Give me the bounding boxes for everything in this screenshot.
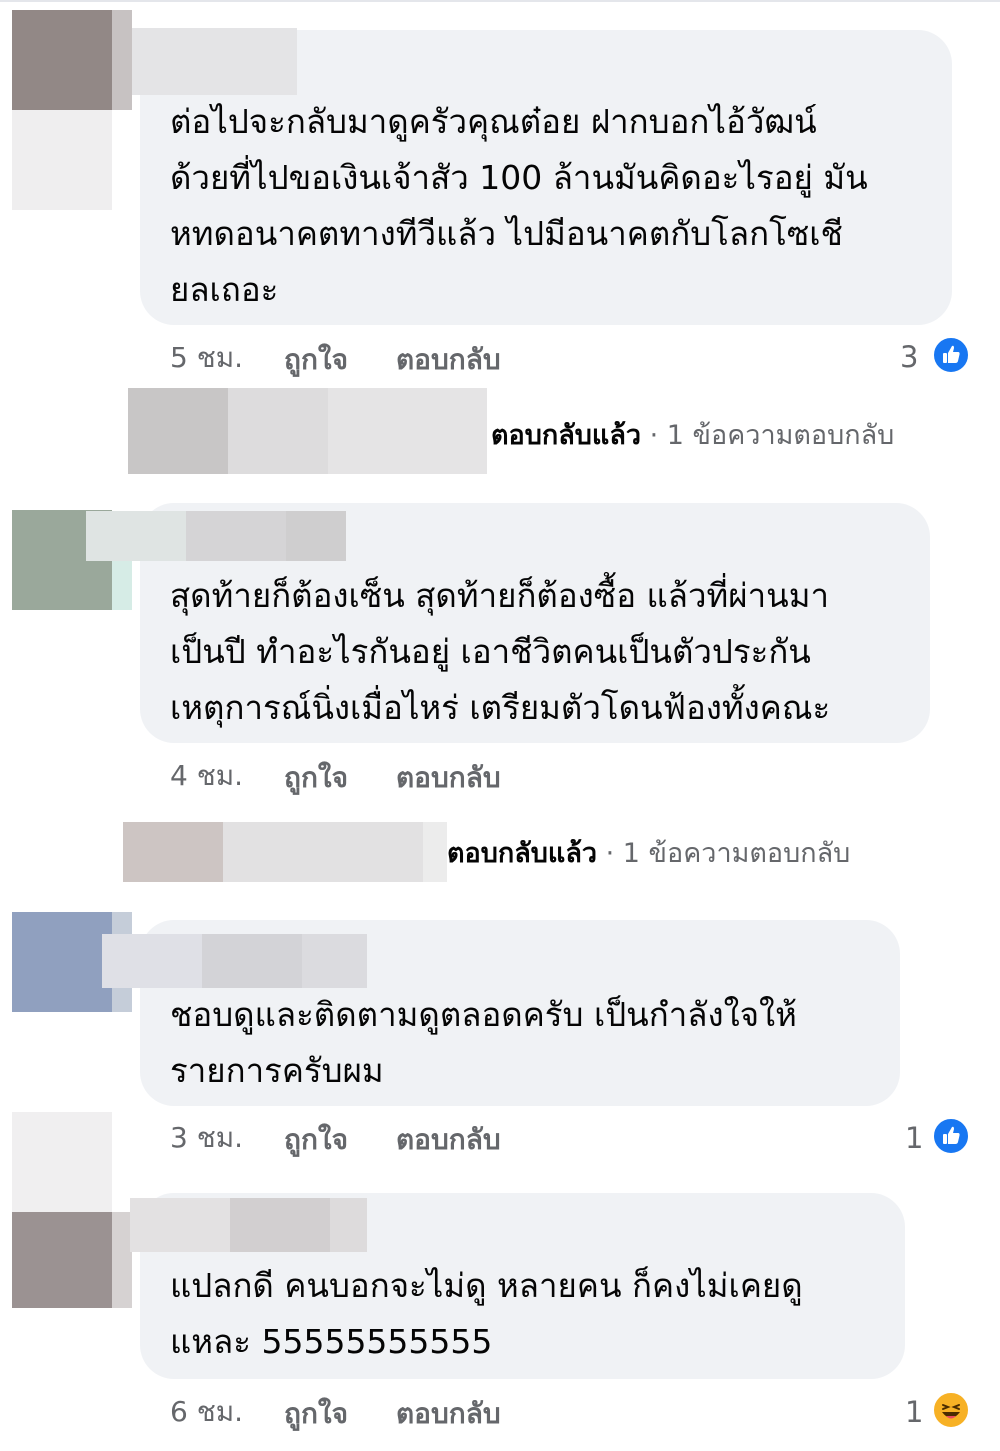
reply-name-blur: [223, 822, 423, 882]
replied-label: ตอบกลับแล้ว: [491, 420, 642, 451]
comment-text-line: ต่อไปจะกลับมาดูครัวคุณต๋อย ฝากบอกไอ้วัฒน…: [170, 102, 817, 141]
haha-icon[interactable]: [932, 1391, 970, 1429]
like-button[interactable]: ถูกใจ: [284, 340, 348, 380]
reply-button[interactable]: ตอบกลับ: [396, 758, 501, 798]
comment-text-line: แหละ 55555555555: [170, 1322, 493, 1361]
thumbs-up-icon: [943, 345, 960, 363]
reply-avatar[interactable]: [128, 388, 228, 474]
avatar-blur: [112, 560, 132, 610]
comment-text-line: สุดท้ายก็ต้องเซ็น สุดท้ายก็ต้องซื้อ แล้ว…: [170, 576, 829, 615]
commenter-name-blur: [186, 511, 286, 561]
avatar-blur: [12, 110, 112, 210]
comment-timestamp[interactable]: 3 ชม.: [170, 1118, 243, 1158]
comment-timestamp[interactable]: 4 ชม.: [170, 756, 243, 796]
replied-count: 1 ข้อความตอบกลับ: [666, 420, 895, 451]
like-icon[interactable]: [932, 1117, 970, 1155]
reaction-count[interactable]: 3: [900, 337, 918, 377]
commenter-name[interactable]: [130, 1198, 230, 1252]
commenter-name-blur: [286, 511, 346, 561]
avatar-blur: [12, 1112, 112, 1212]
comment-timestamp[interactable]: 6 ชม.: [170, 1392, 243, 1432]
avatar-blur: [112, 10, 132, 110]
comment-text-line: เหตุการณ์นิ่งเมื่อไหร่ เตรียมตัวโดนฟ้องท…: [170, 688, 831, 727]
reply-button[interactable]: ตอบกลับ: [396, 340, 501, 380]
replied-label: ตอบกลับแล้ว: [447, 838, 598, 869]
reaction-count[interactable]: 1: [905, 1392, 923, 1432]
comment-text-line: ยลเถอะ: [170, 270, 279, 309]
commenter-name-blur: [330, 1198, 367, 1252]
comment-text-line: แปลกดี คนบอกจะไม่ดู หลายคน ก็คงไม่เคยดู: [170, 1266, 803, 1305]
comment-timestamp[interactable]: 5 ชม.: [170, 338, 243, 378]
reply-button[interactable]: ตอบกลับ: [396, 1120, 501, 1160]
commenter-name[interactable]: [86, 511, 186, 561]
avatar[interactable]: [12, 10, 112, 110]
view-replies-link[interactable]: ตอบกลับแล้ว · 1 ข้อความตอบกลับ: [447, 834, 850, 874]
comment-text-line: หทดอนาคตทางทีวีแล้ว ไปมีอนาคตกับโลกโซเชี: [170, 214, 843, 253]
reply-name-blur: [423, 822, 447, 882]
like-button[interactable]: ถูกใจ: [284, 1394, 348, 1434]
comment-text-line: ชอบดูและติดตามดูตลอดครับ เป็นกำลังใจให้: [170, 995, 797, 1034]
reply-button[interactable]: ตอบกลับ: [396, 1394, 501, 1434]
avatar-blur: [112, 1212, 132, 1308]
comment-text-line: เป็นปี ทำอะไรกันอยู่ เอาชีวิตคนเป็นตัวปร…: [170, 632, 811, 671]
comment-text-line: ด้วยที่ไปขอเงินเจ้าสัว 100 ล้านมันคิดอะไ…: [170, 158, 868, 197]
reply-name-blur: [228, 388, 328, 474]
thumbs-up-icon: [943, 1126, 960, 1144]
commenter-name[interactable]: [132, 28, 297, 95]
reaction-count[interactable]: 1: [905, 1118, 923, 1158]
comment-text-line: รายการครับผม: [170, 1051, 384, 1090]
commenter-name-blur: [202, 934, 302, 988]
avatar[interactable]: [12, 1212, 112, 1308]
like-icon[interactable]: [932, 336, 970, 374]
replied-count: 1 ข้อความตอบกลับ: [622, 838, 851, 869]
like-button[interactable]: ถูกใจ: [284, 1120, 348, 1160]
replied-sep: ·: [597, 838, 623, 869]
like-button[interactable]: ถูกใจ: [284, 758, 348, 798]
reply-name-blur: [328, 388, 487, 474]
commenter-name-blur: [302, 934, 367, 988]
replied-sep: ·: [641, 420, 667, 451]
top-divider: [0, 0, 1000, 2]
commenter-name-blur: [230, 1198, 330, 1252]
avatar[interactable]: [12, 912, 112, 1012]
laughing-face-icon: [942, 1404, 960, 1419]
view-replies-link[interactable]: ตอบกลับแล้ว · 1 ข้อความตอบกลับ: [491, 416, 894, 456]
commenter-name[interactable]: [102, 934, 202, 988]
reply-avatar[interactable]: [123, 822, 223, 882]
